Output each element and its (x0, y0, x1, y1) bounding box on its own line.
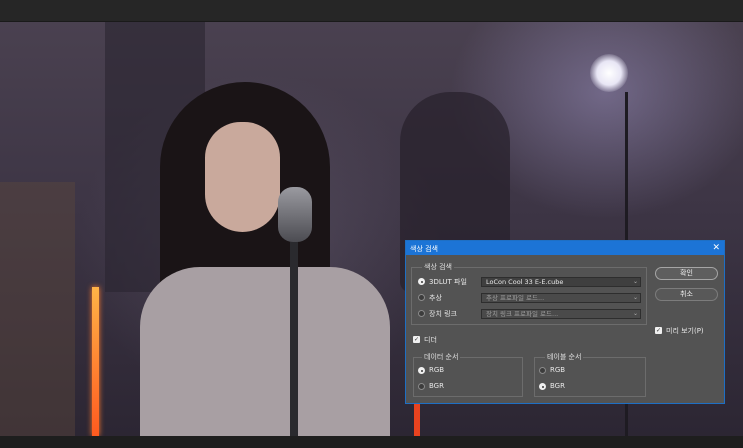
radio-table-order-bgr[interactable] (539, 383, 546, 390)
select-abstract-value: 추상 프로파일 로드... (486, 294, 545, 302)
data-order-group (413, 357, 523, 397)
photoshop-workspace: 색상 검색 ✕ 색상 검색 3DLUT 파일 LoCon Cool 33 E-E… (0, 0, 743, 448)
color-lookup-group-label: 색상 검색 (422, 262, 454, 272)
table-order-label: 테이블 순서 (545, 352, 584, 362)
radio-data-order-rgb[interactable] (418, 367, 425, 374)
label-abstract: 추상 (429, 294, 442, 302)
select-abstract[interactable]: 추상 프로파일 로드... ⌄ (481, 293, 641, 303)
select-device-link-value: 장치 링크 프로파일 로드... (486, 310, 559, 318)
photo-neon-tube (92, 287, 99, 436)
color-lookup-dialog: 색상 검색 ✕ 색상 검색 3DLUT 파일 LoCon Cool 33 E-E… (405, 240, 725, 404)
dialog-title-bar[interactable]: 색상 검색 ✕ (406, 241, 724, 255)
dither-label: 디더 (424, 336, 437, 344)
close-icon[interactable]: ✕ (712, 242, 720, 254)
radio-table-order-rgb[interactable] (539, 367, 546, 374)
chevron-down-icon: ⌄ (632, 310, 638, 317)
radio-3dlut-file[interactable] (418, 278, 425, 285)
data-order-label: 데이터 순서 (422, 352, 461, 362)
photo-microphone (278, 187, 312, 242)
dialog-title: 색상 검색 (410, 245, 438, 253)
preview-checkbox[interactable]: ✓ (655, 327, 662, 334)
cancel-button[interactable]: 취소 (655, 288, 718, 301)
label-data-order-rgb: RGB (429, 366, 445, 374)
photo-lamp-light (590, 54, 628, 92)
label-data-order-bgr: BGR (429, 382, 444, 390)
dither-checkbox[interactable]: ✓ (413, 336, 420, 343)
photo-woman-body (140, 267, 390, 436)
chevron-down-icon: ⌄ (632, 278, 638, 285)
label-3dlut-file: 3DLUT 파일 (429, 278, 467, 286)
chevron-down-icon: ⌄ (632, 294, 638, 301)
status-bar (0, 436, 743, 448)
photo-neon-tube-right (414, 402, 420, 436)
label-table-order-bgr: BGR (550, 382, 565, 390)
radio-data-order-bgr[interactable] (418, 383, 425, 390)
photo-woman-face (205, 122, 280, 232)
radio-device-link[interactable] (418, 310, 425, 317)
photo-mic-stand (290, 242, 298, 436)
table-order-group (534, 357, 646, 397)
select-3dlut-file-value: LoCon Cool 33 E-E.cube (486, 278, 564, 286)
preview-label: 미리 보기(P) (666, 327, 704, 335)
label-table-order-rgb: RGB (550, 366, 566, 374)
ok-button[interactable]: 확인 (655, 267, 718, 280)
select-3dlut-file[interactable]: LoCon Cool 33 E-E.cube ⌄ (481, 277, 641, 287)
select-device-link[interactable]: 장치 링크 프로파일 로드... ⌄ (481, 309, 641, 319)
options-bar (0, 0, 743, 22)
photo-left-plant (0, 182, 75, 436)
label-device-link: 장치 링크 (429, 310, 457, 318)
radio-abstract[interactable] (418, 294, 425, 301)
